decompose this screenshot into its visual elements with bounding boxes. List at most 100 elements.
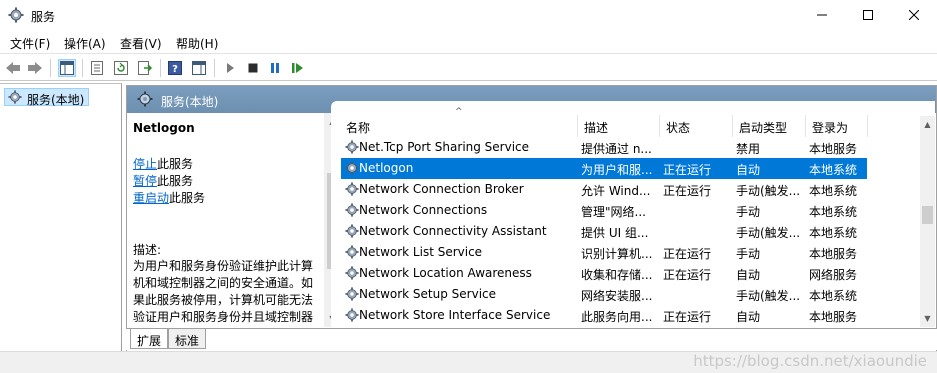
title-bar: 服务 — [0, 0, 937, 31]
column-separator[interactable] — [732, 115, 733, 137]
restart-service-button[interactable] — [289, 59, 307, 77]
description-line: 果此服务被停用，计算机可能无法 — [133, 293, 314, 307]
service-log-on-as: 本地系统 — [809, 226, 858, 240]
column-header-description[interactable]: 描述 — [584, 119, 608, 136]
service-row[interactable]: Network Connections 管理"网络... 手动 本地系统 — [341, 200, 867, 221]
service-gear-icon — [345, 140, 359, 157]
service-log-on-as: 本地服务 — [809, 142, 858, 156]
service-status: 正在运行 — [663, 184, 712, 198]
pause-service-link[interactable]: 暂停 — [133, 174, 157, 188]
maximize-icon — [863, 10, 873, 20]
column-header-log-on-as[interactable]: 登录为 — [812, 119, 848, 136]
description-label: 描述: — [133, 243, 162, 257]
service-row[interactable]: Netlogon 为用户和服... 正在运行 自动 本地系统 — [341, 158, 867, 179]
restart-service-link[interactable]: 重启动 — [133, 191, 169, 205]
service-log-on-as: 本地服务 — [809, 310, 858, 324]
refresh-button[interactable] — [112, 59, 130, 77]
content-pane: 服务(本地) Netlogon 停止此服务 暂停此服务 重启动此服务 描述: 为… — [126, 85, 937, 355]
menu-view[interactable]: 查看(V) — [120, 35, 162, 52]
show-action-pane-button[interactable] — [190, 59, 208, 77]
service-startup-type: 自动 — [736, 163, 761, 177]
forward-button[interactable] — [26, 59, 44, 77]
status-bar: https://blog.csdn.net/xiaoundie — [0, 351, 937, 373]
menu-help[interactable]: 帮助(H) — [176, 35, 218, 52]
stop-service-link[interactable]: 停止 — [133, 157, 157, 171]
column-header-status[interactable]: 状态 — [666, 119, 690, 136]
close-icon — [909, 10, 919, 20]
scroll-up-arrow-icon[interactable]: ▲ — [920, 116, 935, 133]
column-separator[interactable] — [577, 115, 578, 137]
minimize-button[interactable] — [799, 0, 845, 30]
pause-link-suffix: 此服务 — [157, 174, 194, 188]
back-button[interactable] — [4, 59, 22, 77]
service-row[interactable]: Network Store Interface Service 此服务向用... 正… — [341, 305, 867, 326]
service-gear-icon — [345, 287, 359, 304]
stop-link-suffix: 此服务 — [157, 157, 194, 171]
service-name: Network Location Awareness — [359, 266, 532, 280]
service-startup-type: 手动(触发... — [736, 184, 801, 198]
console-tree: 服务(本地) — [0, 83, 122, 373]
tree-item-label: 服务(本地) — [27, 93, 85, 107]
watermark-text: https://blog.csdn.net/xiaoundie — [693, 352, 927, 370]
service-name: Network List Service — [359, 245, 483, 259]
restart-link-row: 重启动此服务 — [133, 189, 205, 206]
maximize-button[interactable] — [845, 0, 891, 30]
column-header-name[interactable]: 名称 — [346, 119, 370, 136]
tree-item-services-local[interactable]: 服务(本地) — [4, 88, 90, 107]
scrollbar-thumb[interactable] — [922, 206, 933, 224]
service-startup-type: 自动 — [736, 268, 761, 282]
pause-icon — [271, 63, 279, 73]
column-separator[interactable] — [805, 115, 806, 137]
tab-standard[interactable]: 标准 — [168, 329, 207, 349]
export-icon — [138, 61, 152, 75]
toolbar-separator — [50, 59, 51, 77]
service-row[interactable]: Net.Tcp Port Sharing Service 提供通过 n... 禁用 本… — [341, 137, 867, 158]
help-icon: ? — [168, 61, 182, 75]
service-row[interactable]: Network List Service 识别计算机... 正在运行 手动 本地服务 — [341, 242, 867, 263]
description-text: 为用户和服务身份验证维护此计算 机和域控制器之间的安全通道。如 果此服务被停用，… — [133, 258, 323, 326]
restart-link-suffix: 此服务 — [169, 191, 206, 205]
service-log-on-as: 本地系统 — [809, 163, 858, 177]
service-gear-icon — [345, 224, 359, 241]
service-startup-type: 自动 — [736, 310, 761, 324]
menu-action[interactable]: 操作(A) — [64, 35, 106, 52]
toolbar: ? — [0, 54, 937, 81]
service-name: Network Setup Service — [359, 287, 497, 301]
service-status: 正在运行 — [663, 268, 712, 282]
service-row[interactable]: Network Setup Service 网络安装服... 手动(触发... 本地系… — [341, 284, 867, 305]
service-startup-type: 手动(触发... — [736, 289, 801, 303]
toolbar-separator — [214, 59, 215, 77]
service-description: 允许 Wind... — [581, 184, 651, 198]
show-console-tree-button[interactable] — [58, 59, 76, 77]
service-name: Network Connectivity Assistant — [359, 224, 547, 238]
list-scrollbar[interactable]: ▲ ▼ — [920, 116, 935, 327]
toolbar-separator — [82, 59, 83, 77]
export-list-button[interactable] — [136, 59, 154, 77]
service-row[interactable]: Network Connection Broker 允许 Wind... 正在运行 手… — [341, 179, 867, 200]
service-row[interactable]: Network Location Awareness 收集和存储... 正在运行 自动… — [341, 263, 867, 284]
service-description: 管理"网络... — [581, 205, 646, 219]
service-gear-icon — [345, 308, 359, 325]
tab-extended[interactable]: 扩展 — [130, 329, 169, 349]
properties-button[interactable] — [88, 59, 106, 77]
service-status: 正在运行 — [663, 247, 712, 261]
service-name: Network Store Interface Service — [359, 308, 551, 322]
help-button[interactable]: ? — [166, 59, 184, 77]
service-log-on-as: 本地系统 — [809, 184, 858, 198]
column-header-startup-type[interactable]: 启动类型 — [739, 119, 787, 136]
menu-file[interactable]: 文件(F) — [10, 35, 50, 52]
scroll-down-arrow-icon[interactable]: ▼ — [920, 310, 935, 327]
service-description: 提供 UI 组... — [581, 226, 649, 240]
toolbar-separator — [160, 59, 161, 77]
close-button[interactable] — [891, 0, 937, 30]
restart-icon — [292, 63, 303, 73]
service-row[interactable]: Network Connectivity Assistant 提供 UI 组...… — [341, 221, 867, 242]
view-tabs: 扩展 标准 — [126, 328, 937, 350]
services-gear-icon — [8, 7, 24, 23]
column-separator[interactable] — [659, 115, 660, 137]
pause-service-button[interactable] — [266, 59, 284, 77]
column-separator[interactable] — [867, 115, 868, 137]
services-gear-icon — [8, 90, 22, 107]
start-service-button[interactable] — [221, 59, 239, 77]
stop-service-button[interactable] — [244, 59, 262, 77]
